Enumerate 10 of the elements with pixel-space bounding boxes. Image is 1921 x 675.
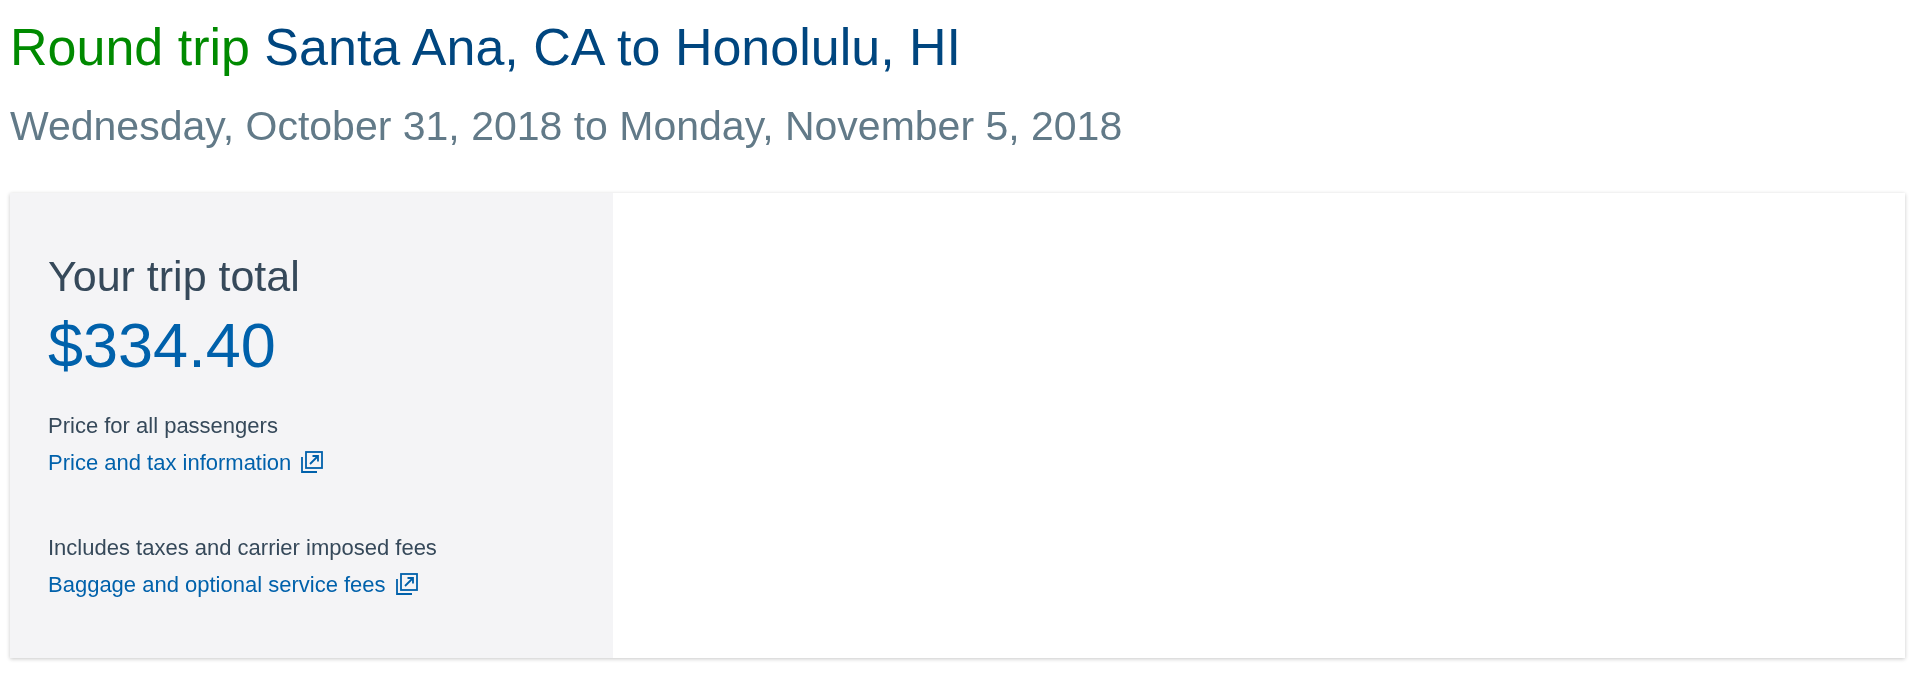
- price-note: Price for all passengers: [48, 411, 278, 440]
- trip-dates: Wednesday, October 31, 2018 to Monday, November 5, 2018: [10, 102, 1123, 152]
- external-link-icon: [301, 451, 324, 474]
- trip-total-price: $334.40: [48, 310, 276, 380]
- trip-total-heading: Your trip total: [48, 250, 300, 302]
- trip-title: Round trip Santa Ana, CA to Honolulu, HI: [10, 17, 962, 78]
- price-tax-link[interactable]: Price and tax information: [48, 443, 324, 481]
- external-link-icon: [395, 573, 418, 596]
- fees-note: Includes taxes and carrier imposed fees: [48, 533, 437, 562]
- baggage-fees-link[interactable]: Baggage and optional service fees: [48, 565, 418, 603]
